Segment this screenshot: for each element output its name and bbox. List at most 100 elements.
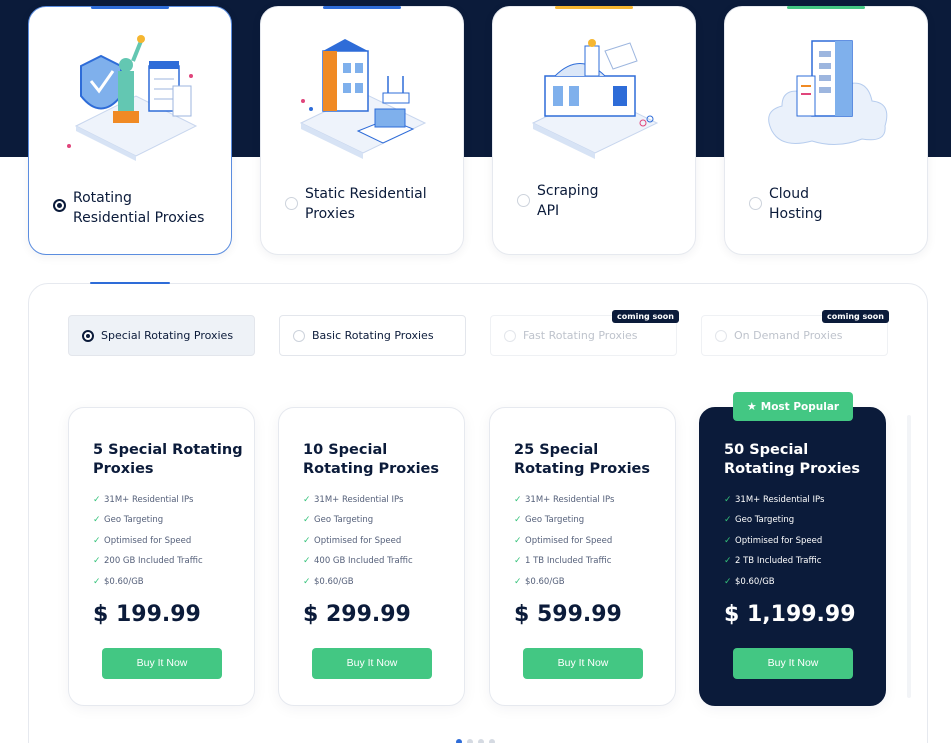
buy-now-button[interactable]: Buy It Now (312, 648, 432, 679)
feature-item: ✓ Geo Targeting (514, 515, 585, 526)
feature-item: ✓ 31M+ Residential IPs (303, 495, 404, 505)
check-icon: ✓ (303, 515, 311, 526)
tab-radio (715, 330, 727, 342)
product-label: Rotating Residential Proxies (73, 190, 205, 226)
check-icon: ✓ (93, 495, 101, 505)
tab-label: Basic Rotating Proxies (312, 329, 434, 342)
plan-title: 25 Special Rotating Proxies (514, 442, 651, 477)
feature-item: ✓ 31M+ Residential IPs (93, 495, 194, 505)
check-icon: ✓ (303, 556, 311, 567)
product-radio-selected[interactable] (53, 199, 66, 212)
cloud-server-illustration (768, 40, 888, 145)
tab-basic-rotating-proxies[interactable]: Basic Rotating Proxies (279, 315, 466, 356)
tab-label: Fast Rotating Proxies (523, 329, 638, 342)
statue-of-liberty-server-illustration (67, 35, 198, 161)
product-label: Cloud Hosting (769, 186, 823, 222)
check-icon: ✓ (303, 576, 311, 587)
factory-machine-illustration (531, 39, 659, 159)
card-accent-line (555, 6, 633, 9)
coming-soon-badge: coming soon (822, 310, 889, 323)
check-icon: ✓ (514, 556, 522, 567)
feature-list: ✓ 31M+ Residential IPs ✓ Geo Targeting ✓ Op… (93, 494, 203, 596)
plan-price: $ 1,199.99 (724, 602, 856, 627)
feature-item: ✓ $0.60/GB (303, 576, 354, 587)
product-radio[interactable] (285, 197, 298, 210)
panel-accent-line (90, 282, 170, 284)
check-icon: ✓ (514, 535, 522, 546)
card-accent-line (91, 6, 169, 9)
check-icon: ✓ (514, 495, 522, 505)
product-card-cloud-hosting[interactable]: Cloud Hosting (724, 6, 928, 255)
tab-special-rotating-proxies[interactable]: Special Rotating Proxies (68, 315, 255, 356)
coming-soon-badge: coming soon (612, 310, 679, 323)
feature-item: ✓ 1 TB Included Traffic (514, 556, 612, 567)
plan-price: $ 299.99 (303, 602, 411, 627)
feature-item: ✓ $0.60/GB (724, 576, 775, 587)
product-label: Static Residential Proxies (305, 186, 427, 222)
feature-item: ✓ 31M+ Residential IPs (514, 495, 615, 505)
product-radio[interactable] (749, 197, 762, 210)
buy-now-button[interactable]: Buy It Now (523, 648, 643, 679)
plan-title: 5 Special Rotating Proxies (93, 442, 243, 477)
check-icon: ✓ (724, 495, 732, 505)
check-icon: ✓ (724, 515, 732, 526)
feature-item: ✓ Optimised for Speed (93, 535, 192, 546)
feature-item: ✓ $0.60/GB (93, 576, 144, 587)
feature-item: ✓ 2 TB Included Traffic (724, 556, 822, 567)
check-icon: ✓ (514, 515, 522, 526)
most-popular-badge: ★ Most Popular (733, 392, 853, 421)
check-icon: ✓ (93, 576, 101, 587)
feature-item: ✓ Geo Targeting (724, 515, 795, 526)
tab-label: On Demand Proxies (734, 329, 843, 342)
feature-list: ✓ 31M+ Residential IPs ✓ Geo Targeting ✓ Op… (724, 494, 824, 596)
carousel-dot[interactable] (467, 739, 473, 743)
card-accent-line (323, 6, 401, 9)
plan-title: 50 Special Rotating Proxies (724, 442, 861, 477)
plan-card-25-special: 25 Special Rotating Proxies ✓ 31M+ Reside… (489, 407, 676, 706)
product-card-scraping-api[interactable]: Scraping API (492, 6, 696, 255)
feature-item: ✓ Optimised for Speed (514, 535, 613, 546)
plan-card-50-special: 50 Special Rotating Proxies ✓ 31M+ Reside… (699, 407, 886, 706)
carousel-pagination (456, 739, 495, 743)
plan-price: $ 599.99 (514, 602, 622, 627)
check-icon: ✓ (93, 535, 101, 546)
feature-list: ✓ 31M+ Residential IPs ✓ Geo Targeting ✓ Op… (514, 494, 614, 596)
feature-list: ✓ 31M+ Residential IPs ✓ Geo Targeting ✓ Op… (303, 494, 413, 596)
buy-now-button[interactable]: Buy It Now (102, 648, 222, 679)
building-router-laptop-illustration (299, 39, 427, 159)
product-selector: Rotating Residential Proxies Static Resid… (0, 0, 951, 270)
tab-label: Special Rotating Proxies (101, 329, 234, 342)
check-icon: ✓ (303, 535, 311, 546)
feature-item: ✓ 31M+ Residential IPs (724, 495, 825, 505)
feature-item: ✓ 400 GB Included Traffic (303, 556, 413, 567)
tab-radio (504, 330, 516, 342)
plan-card-10-special: 10 Special Rotating Proxies ✓ 31M+ Reside… (278, 407, 465, 706)
product-label: Scraping API (537, 183, 599, 219)
tab-radio-selected (82, 330, 94, 342)
star-icon: ★ (746, 400, 757, 413)
check-icon: ✓ (514, 576, 522, 587)
check-icon: ✓ (724, 535, 732, 546)
plan-price: $ 199.99 (93, 602, 201, 627)
tab-radio (293, 330, 305, 342)
feature-item: ✓ Geo Targeting (93, 515, 164, 526)
plan-title: 10 Special Rotating Proxies (303, 442, 440, 477)
card-accent-line (787, 6, 865, 9)
product-card-static-residential[interactable]: Static Residential Proxies (260, 6, 464, 255)
feature-item: ✓ 200 GB Included Traffic (93, 556, 203, 567)
buy-now-button[interactable]: Buy It Now (733, 648, 853, 679)
feature-item: ✓ $0.60/GB (514, 576, 565, 587)
feature-item: ✓ Optimised for Speed (724, 535, 823, 546)
carousel-dot-active[interactable] (456, 739, 462, 743)
plan-card-5-special: 5 Special Rotating Proxies ✓ 31M+ Residen… (68, 407, 255, 706)
product-card-rotating-residential[interactable]: Rotating Residential Proxies (28, 6, 232, 255)
check-icon: ✓ (724, 556, 732, 567)
carousel-dot[interactable] (489, 739, 495, 743)
carousel-dot[interactable] (478, 739, 484, 743)
check-icon: ✓ (303, 495, 311, 505)
check-icon: ✓ (93, 556, 101, 567)
feature-item: ✓ Geo Targeting (303, 515, 374, 526)
check-icon: ✓ (93, 515, 101, 526)
product-radio[interactable] (517, 194, 530, 207)
feature-item: ✓ Optimised for Speed (303, 535, 402, 546)
